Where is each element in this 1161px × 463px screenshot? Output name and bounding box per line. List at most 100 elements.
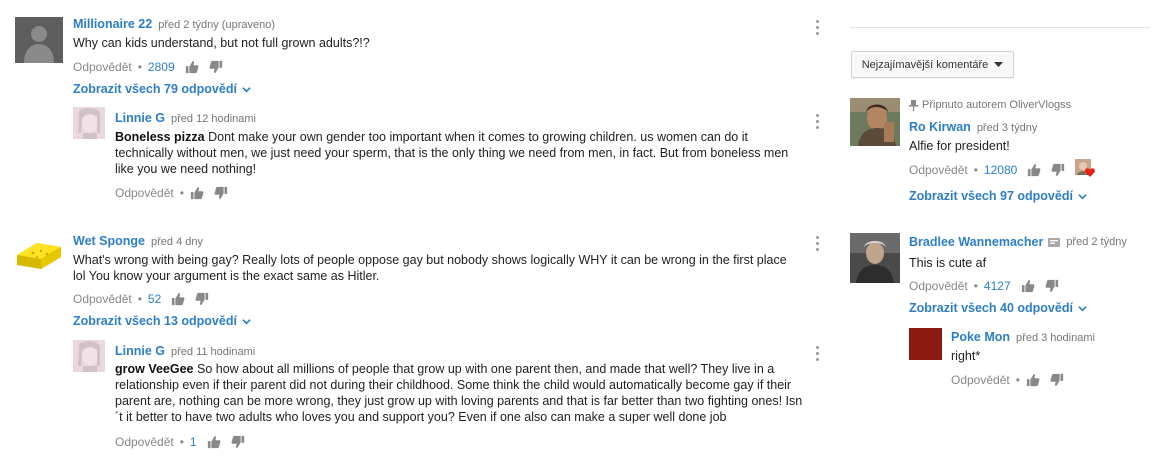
- sort-dropdown[interactable]: Nejzajímavější komentáře: [851, 51, 1014, 78]
- reply-actions: Odpovědět •: [115, 185, 238, 201]
- like-count: 52: [147, 292, 162, 306]
- avatar[interactable]: [73, 340, 105, 372]
- reply-header: Linnie G před 11 hodinami: [115, 342, 255, 360]
- view-replies-button[interactable]: Zobrazit všech 97 odpovědí: [909, 189, 1087, 203]
- comment-header: Ro Kirwan před 3 týdny: [909, 118, 1037, 136]
- thumb-down-icon[interactable]: [1045, 279, 1059, 293]
- reply-button[interactable]: Odpovědět: [73, 60, 132, 74]
- more-vert-icon[interactable]: [816, 236, 820, 251]
- reply-button[interactable]: Odpovědět: [73, 292, 132, 306]
- more-vert-icon[interactable]: [816, 20, 820, 35]
- comment-time[interactable]: před 3 týdny: [977, 122, 1038, 134]
- like-count: 1: [189, 435, 197, 449]
- sort-label: Nejzajímavější komentáře: [861, 58, 989, 71]
- caret-down-icon: [994, 61, 1004, 67]
- reply-header: Linnie G před 12 hodinami: [115, 109, 256, 127]
- thumb-down-icon[interactable]: [209, 60, 223, 74]
- separator: •: [137, 292, 142, 306]
- more-vert-icon[interactable]: [816, 346, 820, 361]
- creator-heart: [1075, 159, 1096, 179]
- thumb-down-icon[interactable]: [214, 186, 228, 200]
- chevron-down-icon: [242, 317, 251, 326]
- separator: •: [179, 435, 184, 449]
- thumb-down-icon[interactable]: [1050, 373, 1064, 387]
- thumb-up-icon[interactable]: [190, 186, 204, 200]
- divider: [850, 27, 1150, 28]
- thumb-up-icon[interactable]: [1027, 163, 1041, 177]
- comment-author[interactable]: Bradlee Wannemacher: [909, 235, 1043, 249]
- comment-actions: Odpovědět • 12080: [909, 159, 1096, 179]
- reply-button[interactable]: Odpovědět: [909, 279, 968, 293]
- thumb-up-icon[interactable]: [1021, 279, 1035, 293]
- pinned-label: Připnuto autorem OliverVlogss: [909, 99, 1071, 111]
- comment-author[interactable]: Wet Sponge: [73, 234, 145, 248]
- thumb-down-icon[interactable]: [1051, 163, 1065, 177]
- view-replies-label: Zobrazit všech 40 odpovědí: [909, 301, 1073, 315]
- heart-icon: [1085, 168, 1096, 177]
- reply-button[interactable]: Odpovědět: [951, 373, 1010, 387]
- reply-body: So how about all millions of people that…: [115, 362, 803, 424]
- avatar[interactable]: [850, 98, 900, 146]
- thumb-up-icon[interactable]: [185, 60, 199, 74]
- reply-time[interactable]: před 12 hodinami: [171, 113, 256, 125]
- comment-author[interactable]: Millionaire 22: [73, 17, 152, 31]
- thumb-up-icon[interactable]: [1026, 373, 1040, 387]
- chevron-down-icon: [1078, 304, 1087, 313]
- sponge-avatar-icon: [17, 243, 61, 269]
- comment-header: Wet Sponge před 4 dny: [73, 232, 203, 250]
- default-avatar-icon: [15, 17, 63, 63]
- avatar[interactable]: [909, 328, 942, 360]
- comment-actions: Odpovědět • 2809: [73, 59, 233, 75]
- comment-text: Alfie for president!: [909, 139, 1010, 153]
- comment-time[interactable]: před 2 týdny (upraveno): [158, 19, 275, 31]
- separator: •: [179, 186, 184, 200]
- view-replies-button[interactable]: Zobrazit všech 79 odpovědí: [73, 82, 251, 96]
- separator: •: [973, 279, 978, 293]
- user-photo-icon: [73, 107, 105, 139]
- comment-header: Bradlee Wannemacher před 2 týdny: [909, 235, 1127, 249]
- comment-actions: Odpovědět • 52: [73, 291, 219, 307]
- user-photo-icon: [850, 98, 900, 146]
- reply-button[interactable]: Odpovědět: [909, 163, 968, 177]
- pinned-text: Připnuto autorem OliverVlogss: [922, 99, 1072, 111]
- avatar[interactable]: [15, 17, 63, 63]
- comment-text: Why can kids understand, but not full gr…: [73, 36, 370, 50]
- reply-actions: Odpovědět •: [951, 372, 1074, 388]
- reply-time[interactable]: před 3 hodinami: [1016, 332, 1095, 344]
- reply-text: grow VeeGee So how about all millions of…: [115, 361, 805, 425]
- like-count: 2809: [147, 60, 175, 74]
- reply-header: Poke Mon před 3 hodinami: [951, 328, 1095, 346]
- thumb-up-icon[interactable]: [171, 292, 185, 306]
- thumb-down-icon[interactable]: [231, 435, 245, 449]
- reply-author[interactable]: Linnie G: [115, 344, 165, 358]
- comment-text: This is cute af: [909, 256, 987, 270]
- pin-icon: [909, 99, 918, 111]
- reply-author[interactable]: Poke Mon: [951, 330, 1010, 344]
- mention-link[interactable]: Boneless pizza: [115, 130, 205, 144]
- view-replies-label: Zobrazit všech 79 odpovědí: [73, 82, 237, 96]
- separator: •: [973, 163, 978, 177]
- chevron-down-icon: [242, 85, 251, 94]
- comment-time[interactable]: před 2 týdny: [1066, 236, 1127, 248]
- view-replies-button[interactable]: Zobrazit všech 40 odpovědí: [909, 301, 1087, 315]
- reply-author[interactable]: Linnie G: [115, 111, 165, 125]
- avatar[interactable]: [15, 233, 63, 273]
- more-vert-icon[interactable]: [816, 114, 820, 129]
- like-count: 4127: [983, 279, 1011, 293]
- comment-time[interactable]: před 4 dny: [151, 236, 203, 248]
- mention-link[interactable]: grow VeeGee: [115, 362, 194, 376]
- avatar[interactable]: [73, 107, 105, 139]
- view-replies-button[interactable]: Zobrazit všech 13 odpovědí: [73, 314, 251, 328]
- badge-icon: [1048, 237, 1061, 247]
- avatar[interactable]: [850, 233, 900, 283]
- chevron-down-icon: [1078, 192, 1087, 201]
- reply-time[interactable]: před 11 hodinami: [171, 346, 255, 358]
- reply-text: Boneless pizza Dont make your own gender…: [115, 129, 795, 177]
- comment-text: What's wrong with being gay? Really lots…: [73, 253, 787, 283]
- comment-author[interactable]: Ro Kirwan: [909, 120, 971, 134]
- reply-button[interactable]: Odpovědět: [115, 186, 174, 200]
- thumb-down-icon[interactable]: [195, 292, 209, 306]
- reply-button[interactable]: Odpovědět: [115, 435, 174, 449]
- view-replies-label: Zobrazit všech 97 odpovědí: [909, 189, 1073, 203]
- thumb-up-icon[interactable]: [207, 435, 221, 449]
